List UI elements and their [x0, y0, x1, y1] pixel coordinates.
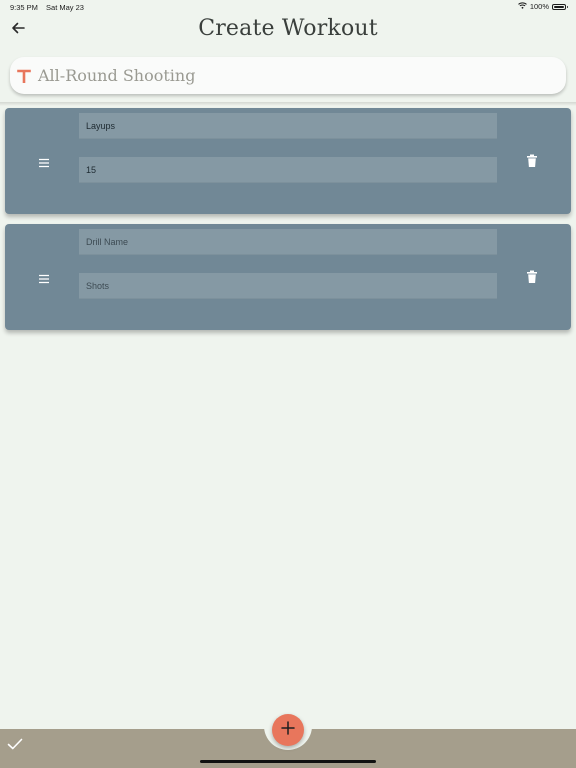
- add-drill-button[interactable]: [272, 714, 304, 746]
- drill-card: Layups 15: [5, 108, 571, 214]
- text-t-icon: [16, 69, 32, 83]
- status-left: 9:35 PM Sat May 23: [10, 3, 90, 12]
- home-indicator: [200, 760, 376, 763]
- status-bar: 9:35 PM Sat May 23 100%: [0, 0, 576, 14]
- battery-icon: [552, 3, 568, 10]
- drill-name-input[interactable]: Drill Name: [79, 229, 497, 255]
- plus-icon: [281, 720, 295, 740]
- drill-card: Drill Name Shots: [5, 224, 571, 330]
- trash-icon[interactable]: [526, 154, 538, 168]
- divider: [0, 102, 576, 106]
- drag-handle-icon[interactable]: [37, 272, 51, 284]
- drill-shots-input[interactable]: 15: [79, 157, 497, 183]
- header: Create Workout: [0, 14, 576, 50]
- drill-shots-input[interactable]: Shots: [79, 273, 497, 299]
- drill-name-input[interactable]: Layups: [79, 113, 497, 139]
- drag-handle-icon[interactable]: [37, 156, 51, 168]
- trash-icon[interactable]: [526, 270, 538, 284]
- battery-percent: 100%: [529, 2, 549, 11]
- status-time: 9:35 PM: [10, 3, 38, 12]
- page-title: Create Workout: [198, 16, 378, 41]
- workout-name-field[interactable]: All-Round Shooting: [10, 57, 566, 94]
- status-date: Sat May 23: [46, 3, 84, 12]
- workout-name-value: All-Round Shooting: [38, 66, 196, 85]
- wifi-icon: [517, 2, 527, 11]
- status-right: 100%: [517, 2, 568, 11]
- check-icon[interactable]: [7, 737, 23, 751]
